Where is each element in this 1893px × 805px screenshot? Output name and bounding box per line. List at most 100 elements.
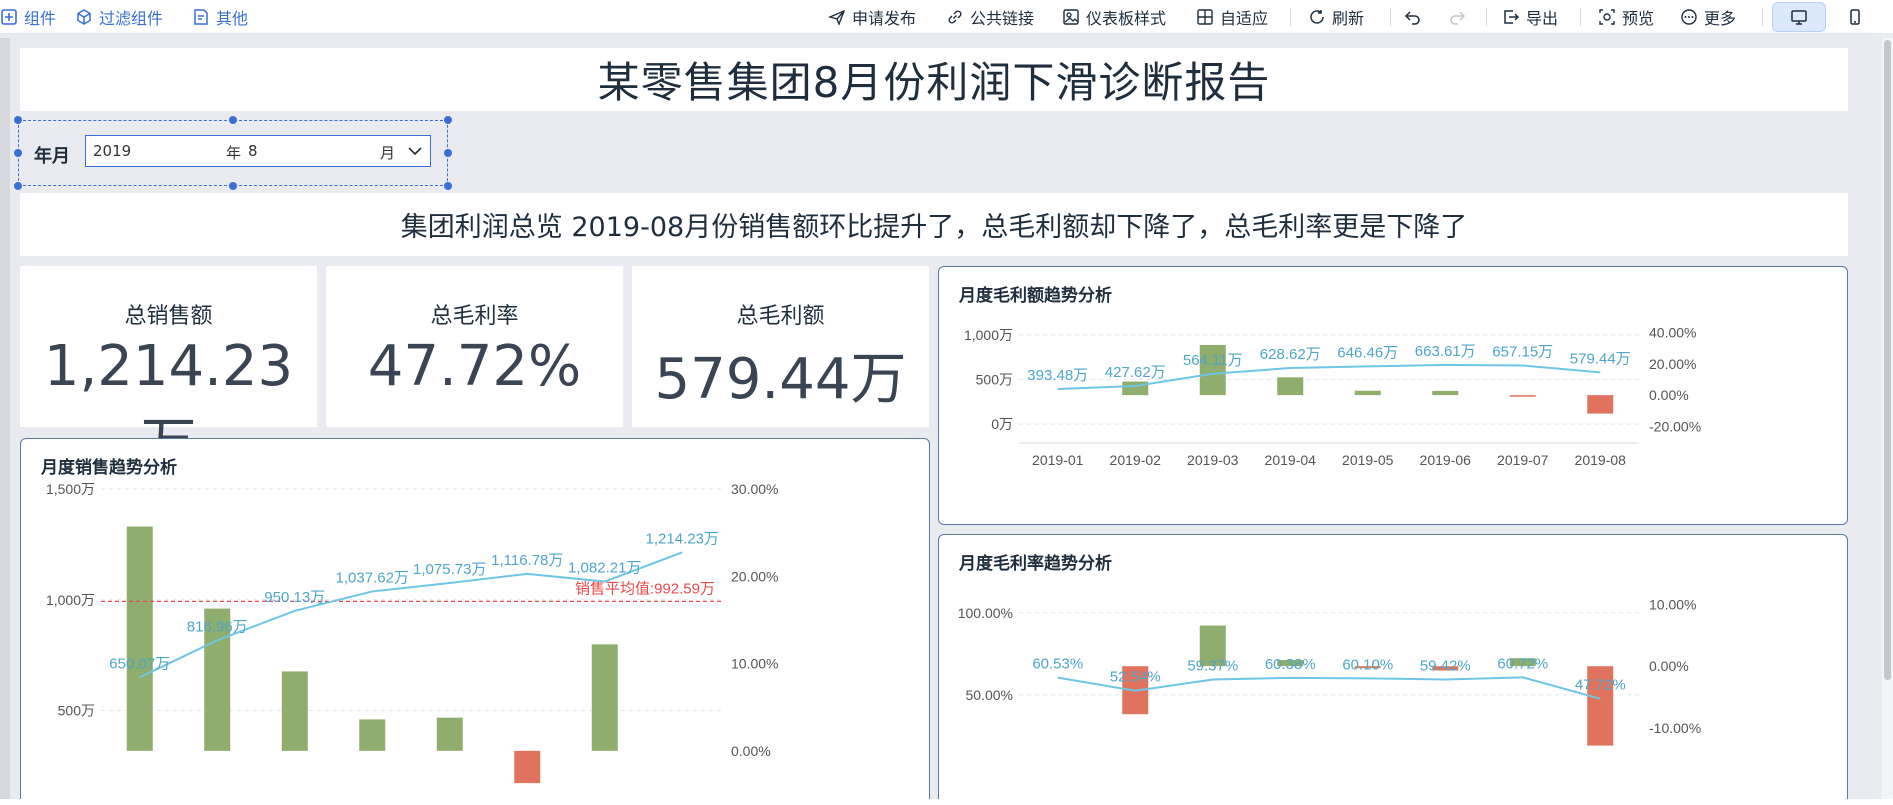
gross-margin-chart-svg: 100.00% 50.00% 10.00% 0.00% -10.00% 60.53% 52.…: [958, 597, 1701, 746]
x-tick-label: 2019-05: [1342, 452, 1394, 468]
bar: [1509, 395, 1536, 397]
data-label: 393.48万: [1027, 367, 1088, 384]
kpi-value: 47.72%: [367, 334, 582, 399]
redo-button[interactable]: [1448, 0, 1472, 34]
data-label: 60.10%: [1342, 656, 1393, 673]
bar: [359, 719, 386, 751]
scrollbar-thumb[interactable]: [1884, 40, 1891, 680]
undo-icon: [1404, 11, 1420, 25]
more-button[interactable]: 更多: [1680, 0, 1736, 34]
data-label: 816.96万: [187, 618, 248, 635]
refresh-button[interactable]: 刷新: [1308, 0, 1364, 34]
toolbar-divider: [1390, 8, 1391, 26]
kpi-label: 总毛利率: [430, 304, 519, 329]
x-tick-label: 2019-03: [1187, 452, 1239, 468]
year-month-select[interactable]: 2019 年 8 月: [85, 135, 431, 167]
data-label: 1,075.73万: [413, 561, 486, 578]
bar: [126, 526, 153, 751]
left-rail: [0, 38, 10, 805]
data-label: 1,214.23万: [646, 530, 719, 547]
mobile-icon: [1850, 9, 1860, 25]
public-link-button[interactable]: 公共链接: [946, 0, 1034, 34]
resize-handle[interactable]: [444, 116, 452, 124]
month-value: 8: [248, 142, 258, 160]
filter-component-button[interactable]: 过滤组件: [75, 0, 163, 34]
gross-margin-trend-chart[interactable]: 月度毛利率趋势分析 100.00% 50.00% 10.00% 0.00% -10.00…: [938, 534, 1848, 805]
export-button[interactable]: 导出: [1502, 0, 1558, 34]
bar: [1354, 390, 1381, 396]
resize-handle[interactable]: [14, 182, 22, 190]
publish-button-label: 申请发布: [852, 9, 917, 28]
data-label: 628.62万: [1260, 346, 1321, 363]
bar: [1277, 377, 1304, 396]
kpi-card-gross-profit[interactable]: 总毛利额 579.44万: [632, 266, 929, 427]
resize-handle[interactable]: [229, 182, 237, 190]
resize-handle[interactable]: [444, 149, 452, 157]
data-label: 59.37%: [1187, 658, 1238, 675]
vertical-scrollbar[interactable]: [1882, 38, 1893, 805]
resize-handle[interactable]: [14, 149, 22, 157]
data-label: 1,037.62万: [336, 569, 409, 586]
y2-tick-label: 10.00%: [731, 656, 778, 672]
toolbar-divider: [1580, 8, 1581, 26]
adaptive-button[interactable]: 自适应: [1196, 0, 1268, 34]
y-tick-label: 1,500万: [46, 481, 95, 497]
year-value: 2019: [93, 142, 132, 160]
y2-tick-label: 10.00%: [1649, 597, 1696, 613]
data-label: 60.72%: [1497, 655, 1548, 672]
y2-tick-label: 20.00%: [1649, 356, 1696, 372]
resize-handle[interactable]: [444, 182, 452, 190]
refresh-icon: [1310, 10, 1324, 24]
kpi-card-sales[interactable]: 总销售额 1,214.23万: [20, 266, 317, 477]
x-tick-label: 2019-06: [1420, 452, 1472, 468]
dashboard-style-button[interactable]: 仪表板样式: [1062, 0, 1166, 34]
data-label: 59.42%: [1420, 657, 1471, 674]
other-button[interactable]: 其他: [192, 0, 248, 34]
month-unit: 月: [380, 144, 396, 162]
bar: [436, 717, 463, 751]
data-label: 650.07万: [109, 655, 170, 672]
y-tick-label: 100.00%: [958, 605, 1013, 621]
toolbar-divider: [1486, 8, 1487, 26]
component-button[interactable]: 组件: [0, 0, 56, 34]
y2-tick-label: -20.00%: [1649, 418, 1701, 434]
kpi-value: 579.44万: [654, 347, 907, 412]
sales-chart-svg: 1,500万 1,000万 500万 30.00% 20.00% 10.00% 0.00% 销…: [46, 481, 778, 784]
gross-profit-trend-chart[interactable]: 月度毛利额趋势分析 1,000万 500万 0万 40.00% 20.00% 0.00% -…: [938, 266, 1848, 525]
data-label: 60.38%: [1265, 656, 1316, 673]
bottom-strip: [0, 799, 1893, 805]
undo-button[interactable]: [1404, 0, 1428, 34]
preview-button[interactable]: 预览: [1598, 0, 1654, 34]
redo-icon: [1450, 11, 1466, 25]
bar: [1587, 395, 1614, 414]
page-title: 某零售集团8月份利润下滑诊断报告: [597, 58, 1271, 107]
y-tick-label: 500万: [58, 703, 95, 719]
y-tick-label: 1,000万: [964, 327, 1013, 343]
y2-tick-label: 20.00%: [731, 568, 778, 584]
sales-trend-chart[interactable]: 月度销售趋势分析 1,500万 1,000万 500万 30.00% 20.00% 10.…: [20, 438, 930, 805]
y-tick-label: 1,000万: [46, 592, 95, 608]
resize-handle[interactable]: [229, 116, 237, 124]
toolbar-divider: [1762, 8, 1763, 26]
y-tick-label: 50.00%: [966, 687, 1013, 703]
doc-plus-icon: [194, 9, 208, 25]
desktop-view-toggle[interactable]: [1772, 2, 1826, 32]
bar: [1432, 390, 1459, 396]
bar: [281, 671, 308, 751]
data-label: 950.13万: [264, 589, 325, 606]
component-button-label: 组件: [24, 9, 57, 28]
more-icon: [1681, 9, 1697, 25]
x-tick-label: 2019-08: [1575, 452, 1627, 468]
publish-button[interactable]: 申请发布: [828, 0, 916, 34]
other-button-label: 其他: [216, 9, 249, 28]
data-label: 663.61万: [1415, 343, 1476, 360]
x-tick-label: 2019-02: [1110, 452, 1162, 468]
chevron-down-icon[interactable]: [408, 145, 422, 157]
mobile-view-toggle[interactable]: [1828, 2, 1882, 32]
year-unit: 年: [226, 144, 242, 162]
summary-panel: 集团利润总览 2019-08月份销售额环比提升了，总毛利额却下降了，总毛利率更是…: [20, 193, 1848, 256]
y2-tick-label: 0.00%: [1649, 387, 1689, 403]
resize-handle[interactable]: [14, 116, 22, 124]
kpi-card-gross-margin-rate[interactable]: 总毛利率 47.72%: [326, 266, 623, 427]
data-label: 52.54%: [1110, 669, 1161, 686]
